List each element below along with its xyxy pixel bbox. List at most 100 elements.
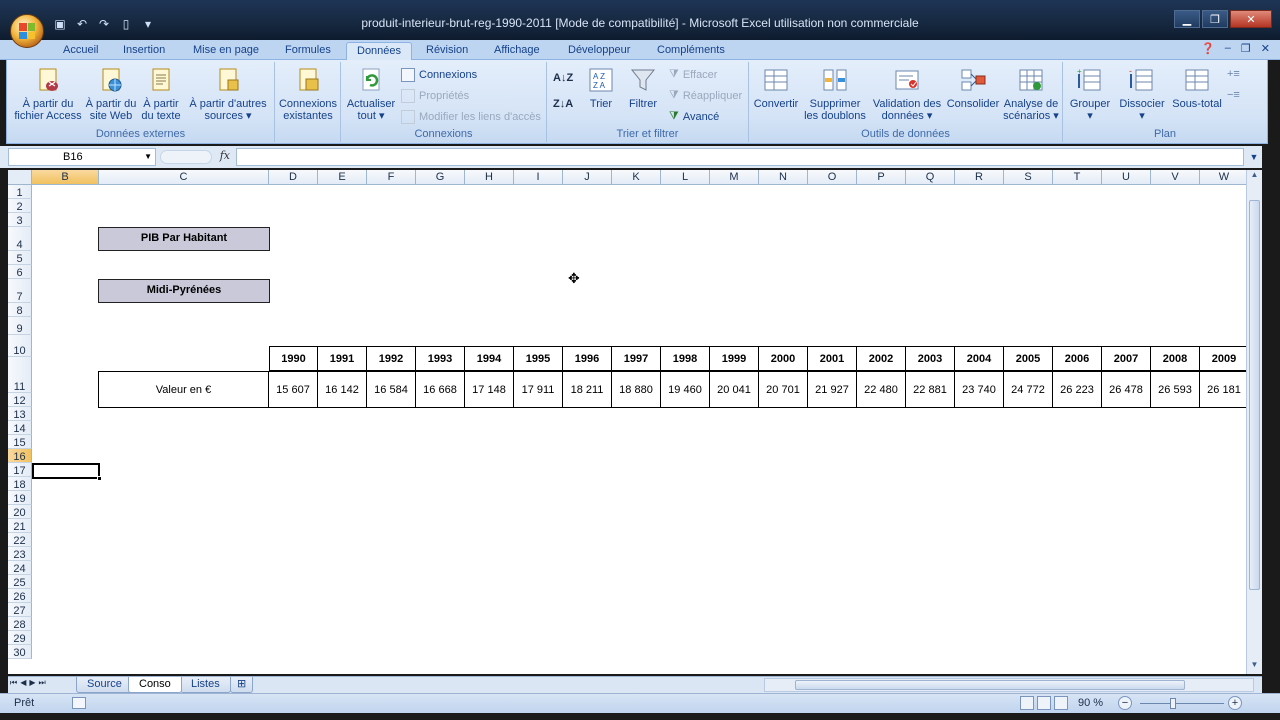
row-header-8[interactable]: 8 — [8, 303, 32, 317]
value-cell[interactable]: 20 041 — [710, 371, 759, 408]
value-cell[interactable]: 18 880 — [612, 371, 661, 408]
minimize-icon[interactable]: ▁ — [1174, 10, 1200, 28]
column-header-e[interactable]: E — [318, 170, 367, 185]
tab-revision[interactable]: Révision — [416, 42, 478, 60]
ribbon-minimize-icon[interactable]: – — [1225, 42, 1231, 55]
tab-developpeur[interactable]: Développeur — [558, 42, 640, 60]
value-cell[interactable]: 23 740 — [955, 371, 1004, 408]
value-cell[interactable]: 22 480 — [857, 371, 906, 408]
show-detail-button[interactable]: +≡ — [1227, 68, 1240, 80]
ungroup-button[interactable]: - Dissocier ▾ — [1115, 66, 1169, 122]
office-button[interactable] — [10, 14, 44, 48]
prev-sheet-icon[interactable]: ◀ — [20, 678, 26, 688]
column-header-v[interactable]: V — [1151, 170, 1200, 185]
row-header-16[interactable]: 16 — [8, 449, 32, 463]
tab-insertion[interactable]: Insertion — [113, 42, 175, 60]
column-header-k[interactable]: K — [612, 170, 661, 185]
year-header-cell[interactable]: 1996 — [563, 346, 612, 371]
year-header-cell[interactable]: 2005 — [1004, 346, 1053, 371]
tab-mise-en-page[interactable]: Mise en page — [183, 42, 269, 60]
select-all-corner[interactable] — [8, 170, 32, 185]
year-header-cell[interactable]: 1992 — [367, 346, 416, 371]
value-cell[interactable]: 24 772 — [1004, 371, 1053, 408]
value-cell[interactable]: 17 148 — [465, 371, 514, 408]
row-header-5[interactable]: 5 — [8, 251, 32, 265]
group-button[interactable]: + Grouper ▾ — [1065, 66, 1115, 122]
existing-connections-button[interactable]: Connexions existantes — [275, 66, 341, 122]
data-validation-button[interactable]: Validation des données ▾ — [869, 66, 945, 122]
year-header-cell[interactable]: 2000 — [759, 346, 808, 371]
connections-button[interactable]: Connexions — [401, 68, 477, 82]
scroll-down-icon[interactable]: ▼ — [1247, 660, 1262, 674]
remove-duplicates-button[interactable]: Supprimer les doublons — [801, 66, 869, 122]
row-header-13[interactable]: 13 — [8, 407, 32, 421]
close-icon[interactable]: ✕ — [1230, 10, 1272, 28]
zoom-slider-track[interactable] — [1140, 703, 1224, 704]
value-cell[interactable]: 16 584 — [367, 371, 416, 408]
year-header-cell[interactable]: 2008 — [1151, 346, 1200, 371]
restore-icon[interactable]: ❐ — [1202, 10, 1228, 28]
sort-button[interactable]: A ZZ A Trier — [581, 66, 621, 110]
column-header-c[interactable]: C — [99, 170, 269, 185]
value-cell[interactable]: 17 911 — [514, 371, 563, 408]
row-header-7[interactable]: 7 — [8, 279, 32, 303]
row-header-4[interactable]: 4 — [8, 227, 32, 251]
page-break-view-icon[interactable] — [1054, 696, 1068, 710]
column-header-s[interactable]: S — [1004, 170, 1053, 185]
value-cell[interactable]: 19 460 — [661, 371, 710, 408]
year-header-cell[interactable]: 2007 — [1102, 346, 1151, 371]
next-sheet-icon[interactable]: ▶ — [29, 678, 35, 688]
value-cell[interactable]: 16 142 — [318, 371, 367, 408]
formula-collapse-handle[interactable] — [160, 150, 212, 164]
year-header-cell[interactable]: 1993 — [416, 346, 465, 371]
refresh-all-button[interactable]: Actualiser tout ▾ — [343, 66, 399, 122]
column-header-t[interactable]: T — [1053, 170, 1102, 185]
column-header-l[interactable]: L — [661, 170, 710, 185]
value-cell[interactable]: 26 478 — [1102, 371, 1151, 408]
row-header-11[interactable]: 11 — [8, 357, 32, 393]
edit-links-button[interactable]: Modifier les liens d'accès — [401, 110, 541, 124]
from-web-button[interactable]: À partir du site Web — [83, 66, 139, 122]
tab-donnees[interactable]: Données — [346, 42, 413, 60]
sheet-tab-conso[interactable]: Conso — [128, 677, 182, 693]
value-cell[interactable]: 22 881 — [906, 371, 955, 408]
row-header-26[interactable]: 26 — [8, 589, 32, 603]
column-header-d[interactable]: D — [269, 170, 318, 185]
row-header-15[interactable]: 15 — [8, 435, 32, 449]
name-box-dropdown-icon[interactable]: ▼ — [144, 149, 152, 165]
row-header-10[interactable]: 10 — [8, 335, 32, 357]
value-cell[interactable]: 26 593 — [1151, 371, 1200, 408]
value-cell[interactable]: 15 607 — [269, 371, 318, 408]
tab-accueil[interactable]: Accueil — [53, 42, 108, 60]
row-header-28[interactable]: 28 — [8, 617, 32, 631]
row-header-20[interactable]: 20 — [8, 505, 32, 519]
consolidate-button[interactable]: Consolider — [945, 66, 1001, 110]
tab-complements[interactable]: Compléments — [647, 42, 735, 60]
value-cell[interactable]: 21 927 — [808, 371, 857, 408]
row-header-1[interactable]: 1 — [8, 185, 32, 199]
row-header-14[interactable]: 14 — [8, 421, 32, 435]
vertical-scrollbar[interactable]: ▲ ▼ — [1246, 170, 1262, 674]
column-header-m[interactable]: M — [710, 170, 759, 185]
last-sheet-icon[interactable]: ⏭ — [39, 678, 46, 688]
column-header-b[interactable]: B — [32, 170, 99, 185]
year-header-cell[interactable]: 2003 — [906, 346, 955, 371]
macro-record-icon[interactable] — [72, 697, 86, 709]
row-header-17[interactable]: 17 — [8, 463, 32, 477]
row-header-22[interactable]: 22 — [8, 533, 32, 547]
column-header-r[interactable]: R — [955, 170, 1004, 185]
year-header-cell[interactable]: 2001 — [808, 346, 857, 371]
sort-az-button[interactable]: A↓Z — [553, 72, 573, 84]
row-header-24[interactable]: 24 — [8, 561, 32, 575]
tab-formules[interactable]: Formules — [275, 42, 341, 60]
column-header-i[interactable]: I — [514, 170, 563, 185]
value-cell[interactable]: 18 211 — [563, 371, 612, 408]
horizontal-scrollbar[interactable] — [764, 678, 1254, 692]
horizontal-scroll-thumb[interactable] — [795, 680, 1185, 690]
sort-za-button[interactable]: Z↓A — [553, 98, 573, 110]
ribbon-close-icon[interactable]: ✕ — [1261, 42, 1270, 55]
row-header-3[interactable]: 3 — [8, 213, 32, 227]
column-header-n[interactable]: N — [759, 170, 808, 185]
row-header-23[interactable]: 23 — [8, 547, 32, 561]
sheet-tab-listes[interactable]: Listes — [180, 677, 231, 693]
